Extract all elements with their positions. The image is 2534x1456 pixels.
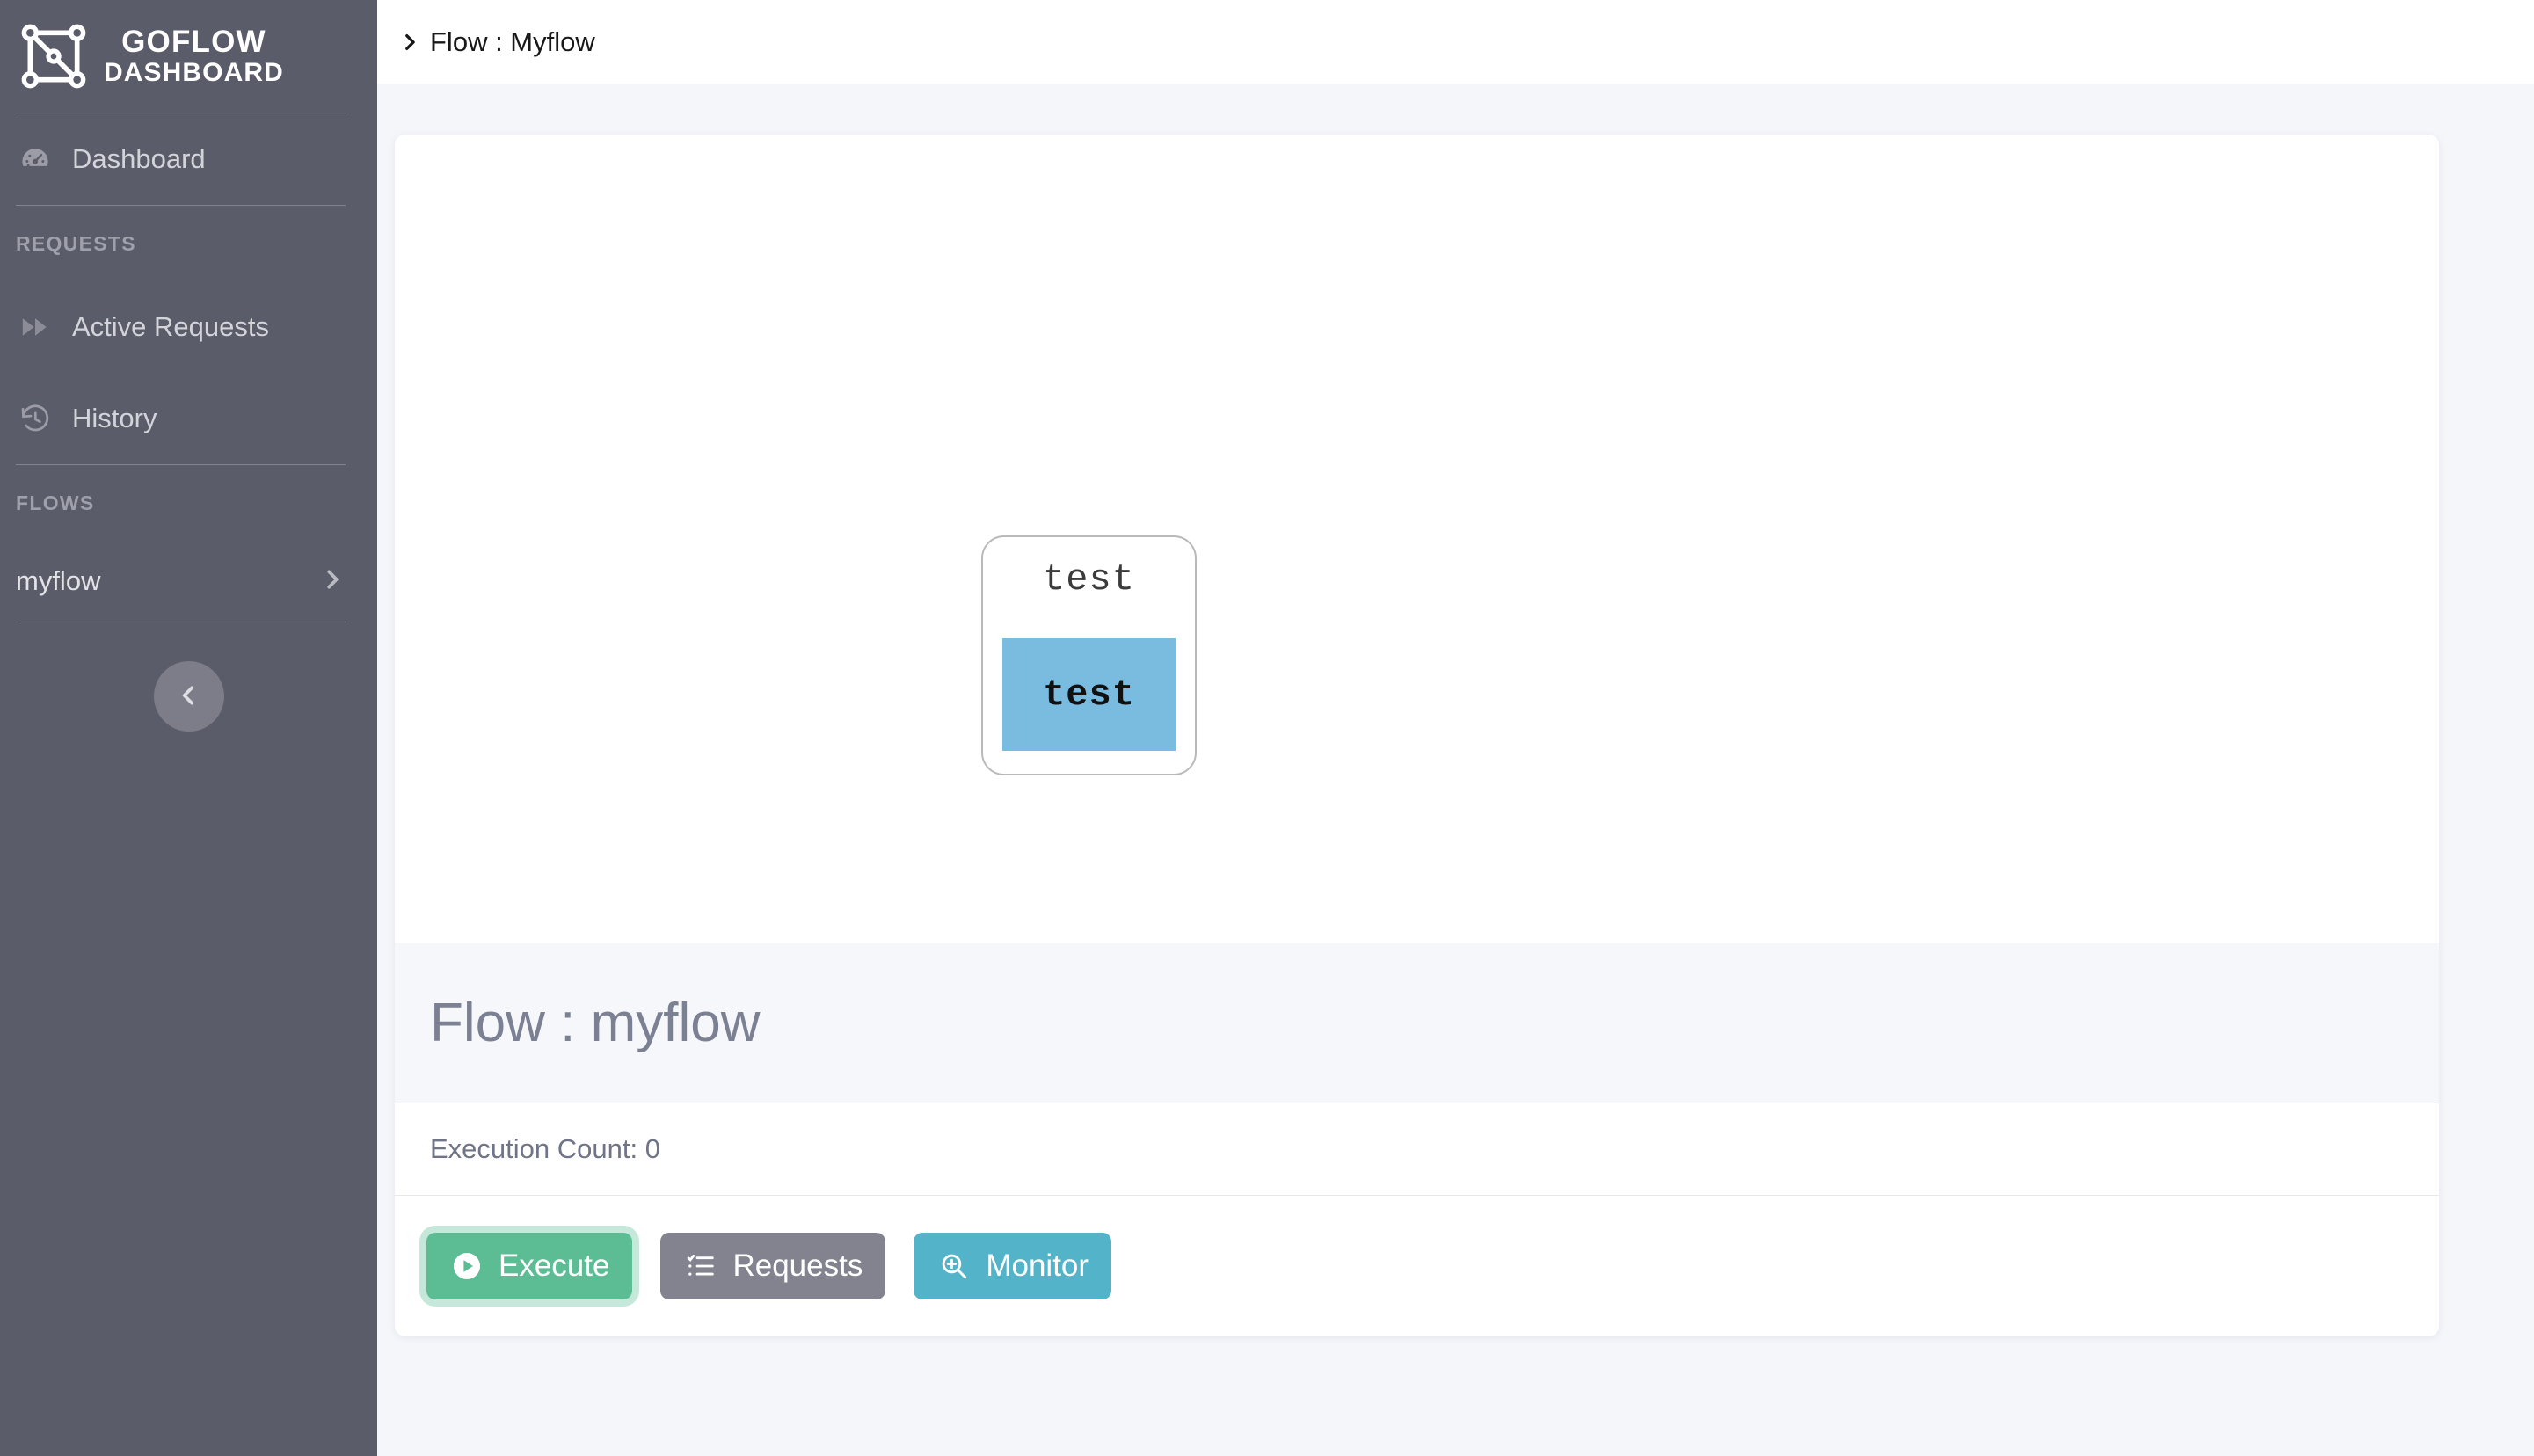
sidebar: GOFLOW DASHBOARD Dashboard REQUESTS Acti… xyxy=(0,0,377,1456)
sidebar-item-history[interactable]: History xyxy=(0,373,377,464)
sidebar-item-dashboard[interactable]: Dashboard xyxy=(0,113,377,205)
execute-button-label: Execute xyxy=(499,1249,610,1283)
flow-actions: Execute Requests Monitor xyxy=(395,1196,2439,1336)
execute-button[interactable]: Execute xyxy=(426,1233,633,1299)
collapse-sidebar-button[interactable] xyxy=(153,661,224,732)
content-area: test test Flow : myflow Execution Count:… xyxy=(377,84,2534,1456)
breadcrumb-label: Flow : Myflow xyxy=(430,25,595,57)
play-circle-icon xyxy=(449,1249,484,1284)
flow-node-title: test xyxy=(1043,558,1135,601)
brand-subtitle: DASHBOARD xyxy=(104,57,284,87)
flow-card: test test Flow : myflow Execution Count:… xyxy=(395,135,2439,1336)
brand-text: GOFLOW DASHBOARD xyxy=(104,25,284,87)
topbar: Flow : Myflow xyxy=(377,0,2534,84)
sidebar-item-label: History xyxy=(72,403,157,433)
brand-title: GOFLOW xyxy=(121,24,266,59)
chevron-right-icon xyxy=(321,568,344,595)
flow-canvas[interactable]: test test xyxy=(395,135,2439,943)
sidebar-item-active-requests[interactable]: Active Requests xyxy=(0,281,377,373)
app-root: GOFLOW DASHBOARD Dashboard REQUESTS Acti… xyxy=(0,0,2534,1456)
sidebar-item-label: Dashboard xyxy=(72,143,206,174)
zoom-in-icon xyxy=(936,1249,972,1284)
requests-button[interactable]: Requests xyxy=(660,1233,886,1299)
requests-button-label: Requests xyxy=(732,1249,863,1283)
execution-count-label: Execution Count: 0 xyxy=(430,1133,660,1164)
graph-nodes-icon xyxy=(16,18,91,94)
sidebar-item-label: Active Requests xyxy=(72,311,269,342)
page-title: Flow : myflow xyxy=(430,993,761,1053)
brand-header: GOFLOW DASHBOARD xyxy=(0,0,377,113)
breadcrumb[interactable]: Flow : Myflow xyxy=(400,26,595,58)
sidebar-item-myflow[interactable]: myflow xyxy=(0,541,377,622)
chevron-left-icon xyxy=(178,684,200,710)
sidebar-section-requests: REQUESTS xyxy=(16,231,136,255)
flow-node-body[interactable]: test xyxy=(1002,638,1176,751)
sidebar-section-flows: FLOWS xyxy=(16,491,95,514)
monitor-button[interactable]: Monitor xyxy=(914,1233,1112,1299)
flow-node-body-label: test xyxy=(1043,673,1135,716)
chevron-right-icon xyxy=(400,33,419,52)
collapse-sidebar-wrap xyxy=(0,661,377,732)
main-area: Flow : Myflow test test Flow : myflow Ex… xyxy=(377,0,2534,1456)
execution-count-row: Execution Count: 0 xyxy=(395,1103,2439,1196)
list-task-icon xyxy=(683,1249,718,1284)
speedometer-icon xyxy=(16,140,55,178)
history-clock-icon xyxy=(16,399,55,438)
flow-title-bar: Flow : myflow xyxy=(395,943,2439,1103)
sidebar-flow-label: myflow xyxy=(16,565,101,596)
fast-forward-icon xyxy=(16,308,55,346)
flow-node-test[interactable]: test test xyxy=(981,535,1197,775)
monitor-button-label: Monitor xyxy=(986,1249,1089,1283)
